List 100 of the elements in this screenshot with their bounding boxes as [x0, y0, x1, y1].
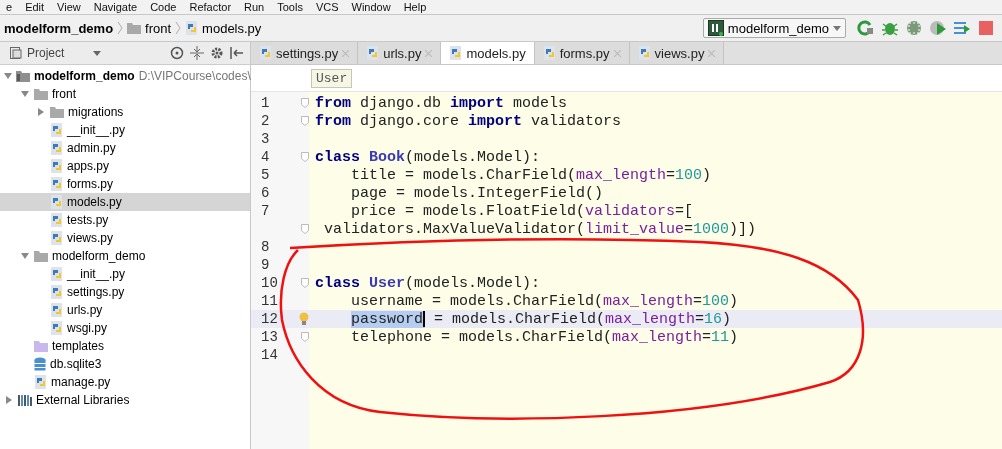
- django-icon: [707, 20, 724, 36]
- tree-item-label: models.py: [67, 195, 122, 209]
- structure-breadcrumb[interactable]: User: [311, 68, 353, 88]
- expanded-arrow-icon[interactable]: [4, 72, 12, 80]
- line-number: 2: [260, 113, 271, 129]
- menu-item[interactable]: VCS: [309, 1, 346, 14]
- python-file-icon: [34, 375, 47, 389]
- python-file-icon: [50, 141, 63, 155]
- profile-icon[interactable]: [929, 19, 947, 37]
- menu-item[interactable]: Refactor: [183, 1, 239, 14]
- line-number: 8: [260, 239, 271, 255]
- tree-row[interactable]: wsgi.py: [0, 319, 250, 337]
- caret-icon: [93, 50, 102, 56]
- locate-icon[interactable]: [170, 46, 184, 60]
- tree-item-label: manage.py: [51, 375, 111, 389]
- line-number: 7: [260, 203, 271, 219]
- breadcrumb-item[interactable]: front: [127, 20, 172, 36]
- line-number: 14: [260, 347, 279, 363]
- breadcrumb-item[interactable]: models.py: [185, 20, 262, 36]
- editor-tab[interactable]: models.py: [441, 42, 535, 64]
- tree-row[interactable]: modelform_demo D:\VIPCourse\codes\: [0, 67, 250, 85]
- python-file-icon: [50, 213, 63, 227]
- line-number: 1: [260, 95, 271, 111]
- code-line: price = models.FloatField(validators=[: [350, 202, 694, 220]
- expanded-arrow-icon[interactable]: [21, 252, 29, 260]
- code-line: page = models.IntegerField(): [350, 184, 604, 202]
- tree-row[interactable]: __init__.py: [0, 121, 250, 139]
- collapsed-arrow-icon[interactable]: [37, 108, 45, 116]
- menu-item[interactable]: Code: [144, 1, 184, 14]
- expanded-arrow-icon[interactable]: [21, 90, 29, 98]
- line-number: 10: [260, 275, 279, 291]
- project-path: D:\VIPCourse\codes\: [138, 69, 251, 83]
- menu-item[interactable]: e: [0, 1, 20, 14]
- collapsed-arrow-icon[interactable]: [5, 396, 13, 404]
- tree-item-label: modelform_demo: [34, 69, 135, 83]
- tree-row[interactable]: tests.py: [0, 211, 250, 229]
- tree-row[interactable]: apps.py: [0, 157, 250, 175]
- editor-tab[interactable]: forms.py: [534, 42, 630, 64]
- code-line: class User(models.Model):: [314, 274, 541, 292]
- menu-item[interactable]: Run: [238, 1, 272, 14]
- tree-row[interactable]: forms.py: [0, 175, 250, 193]
- python-file-icon: [542, 46, 556, 60]
- tree-row[interactable]: templates: [0, 337, 250, 355]
- tree-row[interactable]: __init__.py: [0, 265, 250, 283]
- python-file-icon: [50, 177, 63, 191]
- hide-icon[interactable]: [230, 46, 244, 60]
- settings-icon[interactable]: [210, 46, 224, 60]
- python-file-icon: [449, 46, 463, 60]
- breadcrumb-item[interactable]: modelform_demo: [4, 20, 114, 36]
- menu-item[interactable]: Help: [397, 1, 434, 14]
- tree-row[interactable]: manage.py: [0, 373, 250, 391]
- tree-row[interactable]: db.sqlite3: [0, 355, 250, 373]
- line-number: 6: [260, 185, 271, 201]
- editor-tab[interactable]: urls.py: [358, 42, 442, 64]
- menu-item[interactable]: Tools: [271, 1, 310, 14]
- tree-item-label: forms.py: [67, 177, 113, 191]
- tree-item-label: __init__.py: [67, 123, 126, 137]
- tree-row[interactable]: modelform_demo: [0, 247, 250, 265]
- python-file-icon: [50, 321, 63, 335]
- line-number: 9: [260, 257, 271, 273]
- tree-item-label: db.sqlite3: [50, 357, 102, 371]
- folder-icon: [34, 88, 48, 100]
- line-number: 3: [260, 131, 271, 147]
- menu-item[interactable]: Navigate: [87, 1, 145, 14]
- tree-row[interactable]: urls.py: [0, 301, 250, 319]
- tree-row[interactable]: admin.py: [0, 139, 250, 157]
- python-file-icon: [50, 159, 63, 173]
- folder-icon: [34, 340, 48, 352]
- editor-tab[interactable]: views.py: [629, 42, 725, 64]
- rerun-icon[interactable]: [857, 19, 875, 37]
- tree-item-label: tests.py: [67, 213, 109, 227]
- code-line: from django.core import validators: [314, 112, 622, 130]
- python-file-icon: [185, 21, 199, 35]
- tree-row[interactable]: migrations: [0, 103, 250, 121]
- tree-row[interactable]: models.py: [0, 193, 250, 211]
- menu-item[interactable]: Edit: [19, 1, 52, 14]
- tree-item-label: apps.py: [67, 159, 110, 173]
- run-config-dropdown[interactable]: modelform_demo: [702, 18, 846, 38]
- line-number: 4: [260, 149, 271, 165]
- tree-row[interactable]: settings.py: [0, 283, 250, 301]
- tree-item-label: wsgi.py: [67, 321, 107, 335]
- tree-item-label: admin.py: [67, 141, 116, 155]
- module-folder-icon: [16, 70, 30, 82]
- collapse-icon[interactable]: [190, 46, 204, 60]
- tree-row[interactable]: External Libraries: [0, 391, 250, 409]
- editor-tab[interactable]: settings.py: [251, 42, 359, 64]
- run-list-icon[interactable]: [953, 19, 971, 37]
- coverage-icon[interactable]: [905, 19, 923, 37]
- menu-item[interactable]: Window: [345, 1, 398, 14]
- tree-row[interactable]: views.py: [0, 229, 250, 247]
- python-file-icon: [259, 46, 272, 60]
- stop-icon[interactable]: [977, 19, 995, 37]
- python-file-icon: [50, 285, 63, 299]
- library-icon: [18, 394, 32, 406]
- python-file-icon: [50, 123, 63, 137]
- tree-row[interactable]: front: [0, 85, 250, 103]
- line-number: 11: [260, 293, 279, 309]
- tree-item-label: modelform_demo: [52, 249, 146, 263]
- menu-item[interactable]: View: [51, 1, 88, 14]
- folder-icon: [50, 106, 64, 118]
